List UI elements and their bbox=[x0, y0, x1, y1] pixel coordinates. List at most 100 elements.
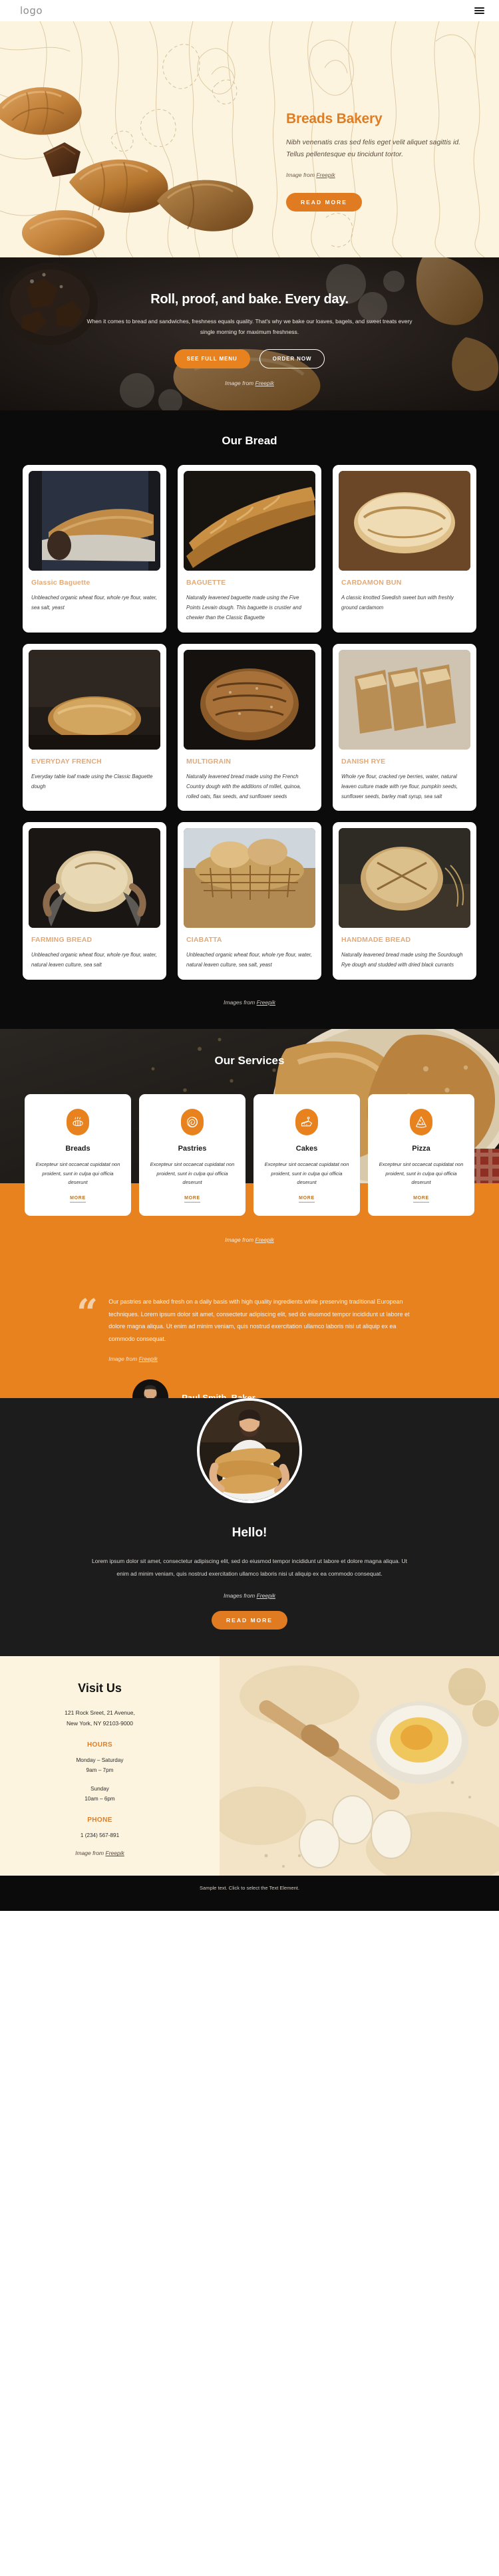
bread-loaf-icon bbox=[67, 1108, 89, 1135]
bread-card[interactable]: BAGUETTE Naturally leavened baguette mad… bbox=[178, 465, 321, 633]
pizza-slice-icon bbox=[410, 1108, 432, 1135]
hours-sunday-day: Sunday bbox=[90, 1785, 109, 1792]
bread-card-text: Whole rye flour, cracked rye berries, wa… bbox=[341, 773, 458, 800]
bread-card-title: Glassic Baguette bbox=[31, 579, 90, 587]
credit-prefix: Image from bbox=[225, 380, 255, 387]
bread-section-credit: Images from Freepik bbox=[0, 996, 499, 1008]
address-line-2: New York, NY 92103-9000 bbox=[66, 1720, 134, 1727]
hours-label: HOURS bbox=[86, 1741, 113, 1749]
bread-card-title: CARDAMON BUN bbox=[341, 579, 402, 587]
freepik-link[interactable]: Freepik bbox=[257, 999, 275, 1006]
hero-dark-title: Roll, proof, and bake. Every day. bbox=[150, 292, 349, 307]
bread-card[interactable]: FARMING BREAD Unbleached organic wheat f… bbox=[23, 822, 166, 980]
image-credit: Images from Freepik bbox=[0, 1592, 499, 1599]
visit-us-section: Visit Us 121 Rock Sreet, 21 Avenue, New … bbox=[0, 1656, 499, 1876]
baking-ingredients-photo bbox=[220, 1656, 499, 1876]
bread-thumbnail bbox=[29, 471, 160, 571]
read-more-button[interactable]: READ MORE bbox=[286, 192, 362, 212]
bread-card[interactable]: DANISH RYE Whole rye flour, cracked rye … bbox=[333, 643, 476, 811]
hero-cream-copy: Breads Bakery Nibh venenatis cras sed fe… bbox=[286, 111, 479, 212]
freepik-link[interactable]: Freepik bbox=[139, 1356, 158, 1362]
credit-prefix: Image from bbox=[75, 1850, 106, 1857]
bread-card-title: CIABATTA bbox=[186, 936, 222, 944]
image-credit: Images from Freepik bbox=[224, 999, 275, 1006]
bread-thumbnail bbox=[29, 649, 160, 750]
logo[interactable]: logo bbox=[20, 5, 43, 17]
bread-card-text: Naturally leavened baguette made using t… bbox=[186, 595, 301, 621]
bread-card-title: EVERYDAY FRENCH bbox=[31, 757, 102, 766]
bread-card-title: HANDMADE BREAD bbox=[341, 936, 411, 944]
service-card[interactable]: Cakes Excepteur sint occaecat cupidatat … bbox=[253, 1093, 360, 1216]
credit-prefix: Image from bbox=[286, 171, 317, 178]
bread-card[interactable]: MULTIGRAIN Naturally leavened bread made… bbox=[178, 643, 321, 811]
freepik-link[interactable]: Freepik bbox=[257, 1592, 275, 1599]
image-credit: Image from Freepik bbox=[0, 1850, 200, 1856]
service-more-link[interactable]: MORE bbox=[70, 1196, 86, 1203]
image-credit: Image from Freepik bbox=[225, 1236, 274, 1243]
freepik-link[interactable]: Freepik bbox=[255, 1236, 274, 1243]
credit-prefix: Image from bbox=[108, 1356, 139, 1362]
service-more-link[interactable]: MORE bbox=[299, 1196, 315, 1203]
bread-card-text: Unbleached organic wheat flour, whole ry… bbox=[31, 595, 157, 611]
read-more-button[interactable]: READ MORE bbox=[212, 1611, 287, 1630]
freepik-link[interactable]: Freepik bbox=[316, 172, 335, 178]
service-card[interactable]: Pastries Excepteur sint occaecat cupidat… bbox=[139, 1093, 246, 1216]
see-full-menu-button[interactable]: SEE FULL MENU bbox=[174, 349, 250, 369]
bread-card[interactable]: CARDAMON BUN A classic knotted Swedish s… bbox=[333, 465, 476, 633]
bread-card-text: Unbleached organic wheat flour, whole ry… bbox=[31, 952, 157, 968]
service-text: Excepteur sint occaecat cupidatat non pr… bbox=[150, 1161, 235, 1186]
bread-thumbnail bbox=[339, 471, 470, 571]
phone-label: PHONE bbox=[87, 1816, 112, 1824]
hamburger-menu-icon[interactable] bbox=[474, 7, 484, 14]
service-title: Breads bbox=[65, 1144, 90, 1153]
service-more-link[interactable]: MORE bbox=[184, 1196, 200, 1203]
service-title: Pastries bbox=[178, 1144, 207, 1153]
bread-card-text: Unbleached organic wheat flour, whole ry… bbox=[186, 952, 312, 968]
hours-weekday-time: 9am – 7pm bbox=[86, 1767, 114, 1774]
bread-thumbnail bbox=[339, 649, 470, 750]
bread-card-grid: Glassic Baguette Unbleached organic whea… bbox=[0, 465, 499, 980]
freepik-link[interactable]: Freepik bbox=[106, 1850, 124, 1856]
testimonial-quote: Our pastries are baked fresh on a daily … bbox=[108, 1298, 410, 1342]
hero-dark-description: When it comes to bread and sandwiches, f… bbox=[86, 318, 413, 336]
image-credit: Image from Freepik bbox=[0, 380, 499, 386]
freepik-link[interactable]: Freepik bbox=[255, 380, 274, 386]
bottom-bar-text[interactable]: Sample text. Click to select the Text El… bbox=[200, 1885, 299, 1891]
hello-button-wrapper: READ MORE bbox=[0, 1611, 499, 1630]
hero-description: Nibh venenatis cras sed felis eget velit… bbox=[286, 138, 461, 159]
our-services-section: Our Services Breads Excepteur sint occae… bbox=[0, 1028, 499, 1266]
our-bread-section: Our Bread Glassic Baguette Unbleached or… bbox=[0, 410, 499, 1029]
service-card[interactable]: Breads Excepteur sint occaecat cupidatat… bbox=[25, 1093, 131, 1216]
croissants-photo bbox=[0, 87, 253, 255]
hello-section: Hello! Lorem ipsum dolor sit amet, conse… bbox=[0, 1398, 499, 1657]
service-card[interactable]: Pizza Excepteur sint occaecat cupidatat … bbox=[368, 1093, 474, 1216]
bread-card[interactable]: CIABATTA Unbleached organic wheat flour,… bbox=[178, 822, 321, 980]
visit-us-title: Visit Us bbox=[78, 1681, 122, 1695]
bread-card-text: Naturally leavened bread made using the … bbox=[341, 952, 463, 968]
pastry-swirl-icon bbox=[181, 1108, 204, 1135]
phone-value[interactable]: 1 (234) 567-891 bbox=[0, 1830, 200, 1841]
service-more-link[interactable]: MORE bbox=[413, 1196, 429, 1203]
bread-card[interactable]: EVERYDAY FRENCH Everyday table loaf made… bbox=[23, 643, 166, 811]
bread-thumbnail bbox=[184, 649, 315, 750]
baker-photo bbox=[200, 1401, 299, 1501]
bread-card[interactable]: Glassic Baguette Unbleached organic whea… bbox=[23, 465, 166, 633]
hello-portrait-wrapper bbox=[0, 1398, 499, 1503]
bread-card-text: Everyday table loaf made using the Class… bbox=[31, 773, 153, 789]
bread-card-title: DANISH RYE bbox=[341, 757, 386, 766]
hours-weekday-days: Monday – Saturday bbox=[76, 1757, 124, 1763]
section-title-our-services: Our Services bbox=[214, 1054, 285, 1067]
bread-thumbnail bbox=[184, 471, 315, 571]
services-header: Our Services bbox=[0, 1029, 499, 1094]
visit-us-copy: Visit Us 121 Rock Sreet, 21 Avenue, New … bbox=[0, 1656, 200, 1856]
bread-thumbnail bbox=[339, 828, 470, 929]
hero-cta-row: SEE FULL MENU ORDER NOW bbox=[0, 349, 499, 369]
bread-card[interactable]: HANDMADE BREAD Naturally leavened bread … bbox=[333, 822, 476, 980]
service-text: Excepteur sint occaecat cupidatat non pr… bbox=[379, 1161, 464, 1186]
burger-line bbox=[474, 13, 484, 14]
bread-card-text: Naturally leavened bread made using the … bbox=[186, 773, 301, 800]
service-title: Pizza bbox=[412, 1144, 430, 1153]
order-now-button[interactable]: ORDER NOW bbox=[259, 349, 325, 369]
hours-sunday-time: 10am – 6pm bbox=[84, 1796, 115, 1802]
bottom-bar: Sample text. Click to select the Text El… bbox=[0, 1876, 499, 1912]
